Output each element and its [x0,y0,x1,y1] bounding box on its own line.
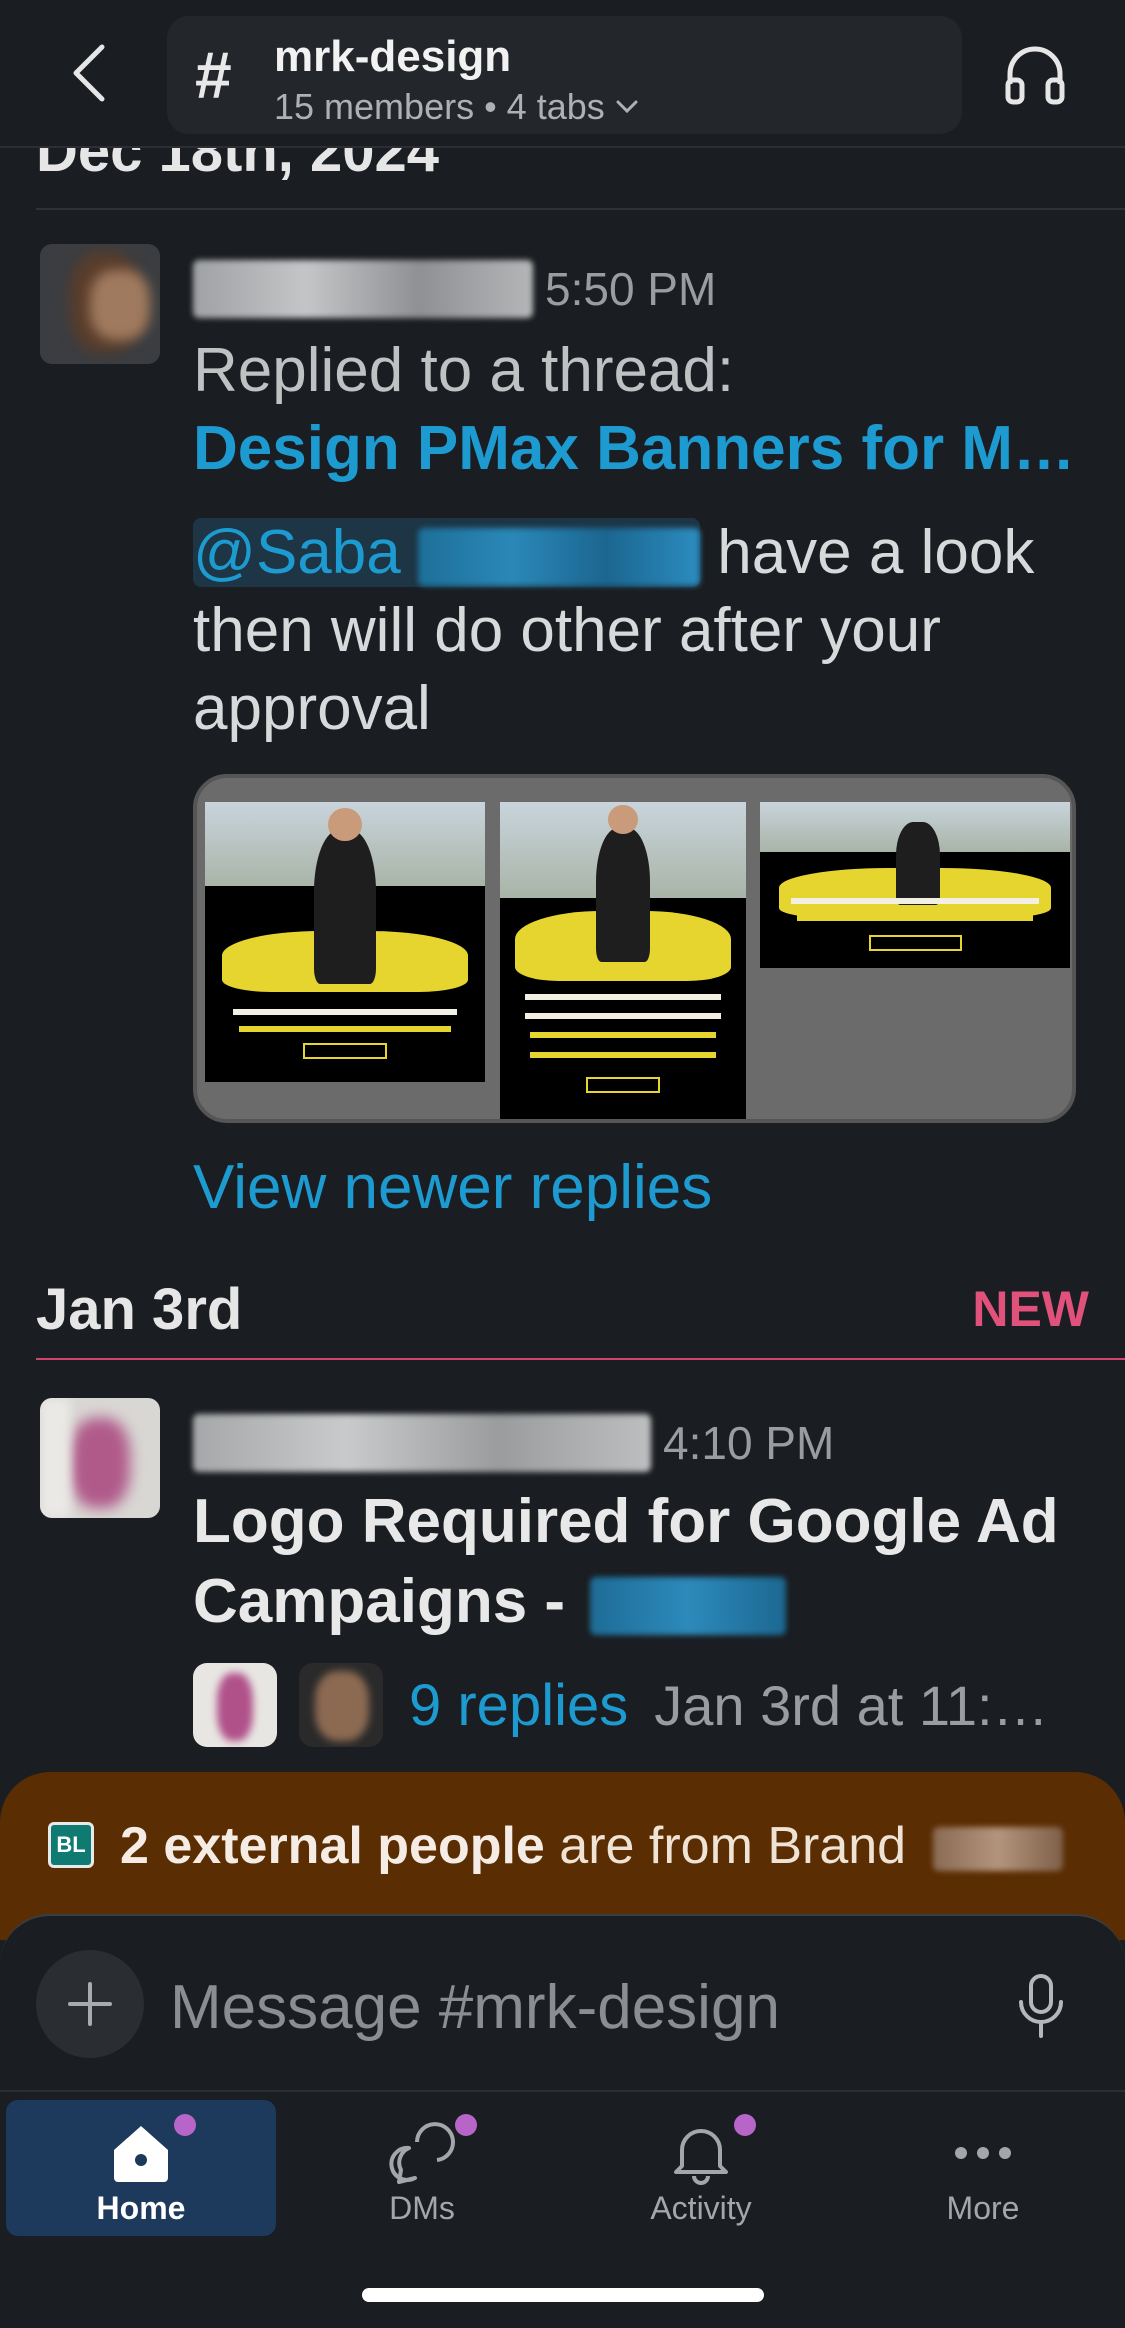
message-header: 4:10 PM [193,1414,834,1472]
tab-label: Home [96,2190,186,2226]
tab-home[interactable]: Home [6,2100,276,2236]
mention[interactable]: @Saba [193,518,700,587]
channel-meta-text: 15 members • 4 tabs [274,86,605,127]
headphones-icon[interactable] [1000,40,1070,110]
new-divider-line [36,1358,1125,1360]
notification-dot [455,2114,477,2136]
avatar[interactable] [40,1398,160,1518]
back-button[interactable] [58,38,118,108]
thread-title-link[interactable]: Design PMax Banners for M… [193,410,1075,488]
message-time: 4:10 PM [663,1417,835,1469]
mention-text: @Saba [193,518,401,587]
microphone-icon[interactable] [1011,1972,1071,2042]
mention-name-redacted [417,527,700,586]
notification-dot [174,2114,196,2136]
brand-name-redacted [932,1827,1063,1872]
replied-label: Replied to a thread: [193,336,735,405]
channel-name: mrk-design [274,32,512,81]
tab-activity[interactable]: Activity [566,2100,836,2236]
banner-image-2[interactable] [500,802,746,1119]
message-title: Logo Required for Google Ad Campaigns - [193,1482,1093,1642]
tab-label: Activity [650,2190,752,2226]
new-messages-label: NEW [972,1281,1089,1337]
banner-image-3[interactable] [760,802,1070,968]
message-input[interactable]: Message #mrk-design [170,1972,780,2043]
message-composer: Message #mrk-design [0,1914,1125,2096]
more-icon [955,2147,1011,2159]
message-time: 5:50 PM [545,263,717,315]
chevron-down-icon [616,100,638,114]
dms-icon [389,2122,455,2184]
banner-image-1[interactable] [205,802,485,1082]
sender-name-redacted[interactable] [193,1414,651,1472]
divider-line [36,208,1125,210]
channel-header: # mrk-design 15 members • 4 tabs [0,0,1125,148]
image-attachment[interactable] [193,774,1076,1123]
avatar [193,1663,277,1747]
channel-info-button[interactable]: # mrk-design 15 members • 4 tabs [167,16,962,134]
message-header: 5:50 PM [193,260,716,318]
avatar [299,1663,383,1747]
thread-replies[interactable]: 9 replies Jan 3rd at 11:… [193,1662,1049,1748]
tab-dms[interactable]: DMs [287,2100,557,2236]
home-indicator[interactable] [362,2288,764,2302]
sender-name-redacted[interactable] [193,260,533,318]
tab-label: More [946,2190,1020,2226]
notification-dot [734,2114,756,2136]
bell-icon [674,2129,728,2185]
title-redacted [590,1576,787,1635]
avatar[interactable] [40,244,160,364]
replies-count-link[interactable]: 9 replies [409,1672,628,1739]
plus-icon [68,1982,112,2026]
date-divider: Jan 3rd [36,1277,243,1342]
home-icon [114,2126,168,2182]
external-count: 2 external people [120,1817,545,1875]
external-rest: are from Brand [544,1817,907,1875]
chevron-left-icon [73,44,105,102]
tab-more[interactable]: More [848,2100,1118,2236]
last-reply-time: Jan 3rd at 11:… [654,1673,1049,1737]
external-notice-text: 2 external people are from Brand [120,1816,1063,1876]
hash-icon: # [195,38,232,112]
message-body: @Saba have a look then will do other aft… [193,514,1093,748]
tab-label: DMs [389,2190,455,2226]
view-newer-replies-link[interactable]: View newer replies [193,1152,712,1223]
org-badge: BL [48,1822,94,1868]
add-attachment-button[interactable] [36,1950,144,2058]
channel-meta: 15 members • 4 tabs [274,86,639,128]
